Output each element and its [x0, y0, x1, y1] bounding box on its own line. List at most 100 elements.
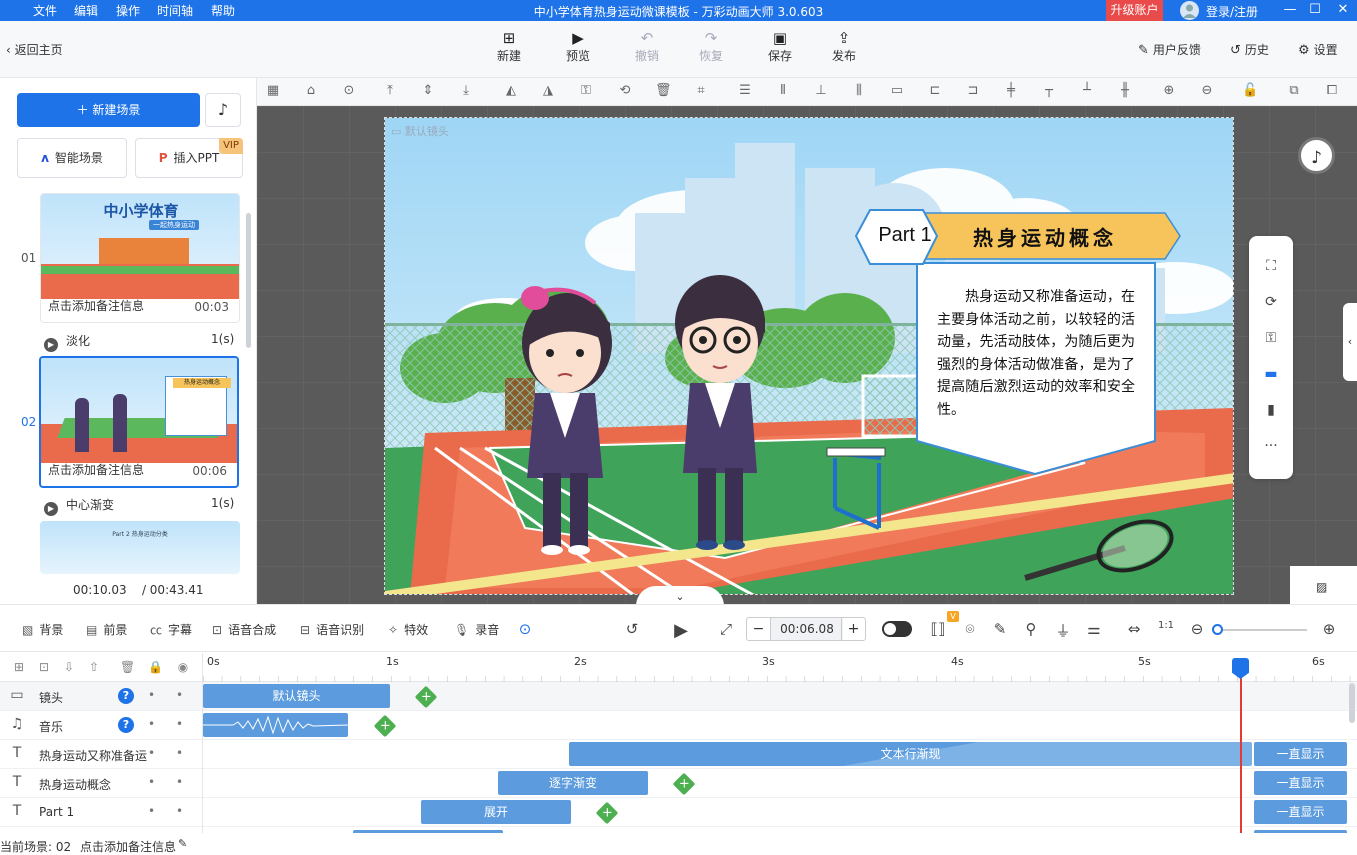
- zoom-slider-track[interactable]: [1215, 629, 1307, 631]
- adjust-icon[interactable]: ⚌: [1084, 620, 1104, 638]
- grid-icon[interactable]: ▦: [265, 83, 281, 99]
- timeline-clip[interactable]: 逐字渐变: [498, 771, 648, 795]
- zoom-in-icon[interactable]: ⊕: [1319, 620, 1339, 638]
- lock-icon[interactable]: ⚿: [578, 83, 594, 99]
- home-icon[interactable]: ⌂: [303, 83, 319, 99]
- flip-vertical-icon[interactable]: ◮: [540, 83, 556, 99]
- redo-button[interactable]: ↷ 恢复: [689, 29, 733, 64]
- back-home-button[interactable]: ‹ 返回主页: [6, 41, 63, 58]
- align-top-icon[interactable]: ⤒: [382, 83, 398, 99]
- foreground-button[interactable]: ▤ 前景: [86, 621, 127, 638]
- align-center-icon[interactable]: ⊥: [813, 83, 829, 99]
- replay-icon[interactable]: ↺: [622, 620, 642, 638]
- stage-body-text[interactable]: 热身运动又称准备运动，在主要身体活动之前，以较轻的活动量，先活动肢体，为随后更为…: [937, 286, 1135, 421]
- upgrade-button[interactable]: 升级账户: [1106, 0, 1163, 21]
- distribute-v-icon[interactable]: ⫼: [851, 83, 867, 99]
- stage-heading[interactable]: 热身运动概念: [945, 222, 1145, 251]
- top-edge-icon[interactable]: ┬: [1041, 83, 1057, 99]
- more-icon[interactable]: ···: [1261, 436, 1281, 456]
- help-icon[interactable]: ?: [118, 688, 134, 704]
- scene-note-status[interactable]: 点击添加备注信息: [80, 838, 176, 855]
- dot-icon[interactable]: •: [148, 804, 155, 818]
- paste-icon[interactable]: ⧠: [1324, 83, 1340, 99]
- dot-icon[interactable]: •: [148, 775, 155, 789]
- plus-icon[interactable]: +: [841, 618, 865, 640]
- asr-button[interactable]: ⊟ 语音识别: [300, 621, 364, 638]
- mini-preview[interactable]: ▨: [1290, 566, 1357, 604]
- dot-icon[interactable]: •: [176, 688, 183, 702]
- zoom-out-icon[interactable]: ⊖: [1199, 83, 1215, 99]
- lock-icon[interactable]: 🔒: [148, 660, 163, 674]
- group-icon[interactable]: ▭: [889, 83, 905, 99]
- scene-scrollbar[interactable]: [246, 213, 251, 348]
- close-icon[interactable]: ✕: [1333, 1, 1353, 19]
- time-stepper[interactable]: − 00:06.08 +: [746, 617, 866, 641]
- align-left-icon[interactable]: ☰: [737, 83, 753, 99]
- music-button[interactable]: ♪: [205, 93, 241, 127]
- dot-icon[interactable]: •: [176, 717, 183, 731]
- subtitle-button[interactable]: ㏄字幕: [150, 621, 192, 638]
- marker-icon[interactable]: ⚲: [1021, 620, 1041, 638]
- add-animation-icon[interactable]: +: [595, 801, 619, 825]
- edit-icon[interactable]: ✎: [990, 620, 1010, 638]
- transition-item[interactable]: ▶ 淡化 1(s): [44, 332, 234, 352]
- dot-icon[interactable]: •: [148, 746, 155, 760]
- crop-icon[interactable]: ⌗: [693, 83, 709, 99]
- publish-button[interactable]: ⇪ 发布: [822, 29, 866, 64]
- add-folder-icon[interactable]: ⊞: [12, 660, 26, 674]
- track-row-text[interactable]: T 热身运动又称准备运动 • • 文本行渐现 一直显示: [0, 740, 1357, 769]
- add-animation-icon[interactable]: +: [414, 685, 438, 709]
- unlock-icon[interactable]: 🔓: [1242, 83, 1258, 99]
- rotate-icon[interactable]: ⟲: [617, 83, 633, 99]
- rotate-screen-icon[interactable]: ⟳: [1261, 292, 1281, 312]
- more-circle-icon[interactable]: ⊙: [341, 83, 357, 99]
- move-up-icon[interactable]: ⇧: [87, 660, 101, 674]
- more-circle-icon[interactable]: ⊙: [515, 620, 535, 638]
- delete-icon[interactable]: 🗑: [655, 83, 672, 99]
- history-link[interactable]: ↺ 历史: [1230, 41, 1269, 58]
- bottom-edge-icon[interactable]: ┴: [1079, 83, 1095, 99]
- stage-canvas[interactable]: ▭ 默认镜头 Part 1 热身运动概念 热身运动又称准备运动，在主要身体活动之…: [384, 117, 1234, 595]
- minus-icon[interactable]: −: [747, 618, 771, 640]
- collapse-right-icon[interactable]: ‹: [1343, 303, 1357, 381]
- center-h-icon[interactable]: ╪: [1003, 83, 1019, 99]
- toggle-switch[interactable]: [882, 621, 912, 637]
- dot-icon[interactable]: •: [176, 804, 183, 818]
- audio-clip[interactable]: [203, 713, 348, 737]
- avatar[interactable]: [1180, 1, 1199, 20]
- transition-item[interactable]: ▶ 中心渐变 1(s): [44, 496, 234, 516]
- time-value[interactable]: 00:06.08: [771, 618, 843, 640]
- part-label[interactable]: Part 1: [865, 224, 945, 247]
- play-icon[interactable]: ▶: [671, 620, 691, 641]
- add-animation-icon[interactable]: +: [672, 772, 696, 796]
- landscape-icon[interactable]: ▬: [1261, 364, 1281, 384]
- camera-icon[interactable]: ⌾: [960, 620, 980, 638]
- timeline-end-clip[interactable]: 一直显示: [1254, 742, 1347, 766]
- background-button[interactable]: ▧ 背景: [22, 621, 63, 638]
- maximize-icon[interactable]: ☐: [1305, 1, 1325, 19]
- align-right-edge-icon[interactable]: ⊐: [965, 83, 981, 99]
- scene-thumbnail-2[interactable]: 热身运动概念 点击添加备注信息 00:06: [39, 356, 239, 488]
- scene-note[interactable]: 点击添加备注信息: [48, 461, 144, 478]
- edit-note-icon[interactable]: ✎: [178, 837, 187, 850]
- help-icon[interactable]: ?: [118, 717, 134, 733]
- timeline-clip[interactable]: 展开: [421, 800, 571, 824]
- effects-button[interactable]: ✧ 特效: [388, 621, 428, 638]
- add-animation-icon[interactable]: +: [373, 714, 397, 738]
- align-bottom-icon[interactable]: ⤓: [458, 83, 474, 99]
- scene-thumbnail-3[interactable]: Part 2 热身运动分类: [40, 521, 240, 574]
- preview-button[interactable]: ▶ 预览: [556, 29, 600, 64]
- stage-music-button[interactable]: ♪: [1298, 137, 1335, 174]
- track-row-music[interactable]: ♫ 音乐 ? • • +: [0, 711, 1357, 740]
- time-ruler[interactable]: 0s 1s 2s 3s 4s 5s 6s: [203, 653, 1357, 682]
- track-row-camera[interactable]: ▭ 镜头 ? • • 默认镜头 +: [0, 682, 1357, 711]
- save-button[interactable]: ▣ 保存: [758, 29, 802, 64]
- fit-screen-icon[interactable]: ⛶: [1261, 256, 1281, 276]
- minimize-icon[interactable]: —: [1280, 1, 1300, 19]
- dot-icon[interactable]: •: [176, 775, 183, 789]
- zoom-slider-handle[interactable]: [1212, 624, 1223, 635]
- settings-link[interactable]: ⚙ 设置: [1298, 41, 1338, 58]
- scene-note[interactable]: 点击添加备注信息: [48, 297, 144, 314]
- distribute-icon[interactable]: ⫴: [775, 83, 791, 99]
- new-folder-icon[interactable]: ⊡: [37, 660, 51, 674]
